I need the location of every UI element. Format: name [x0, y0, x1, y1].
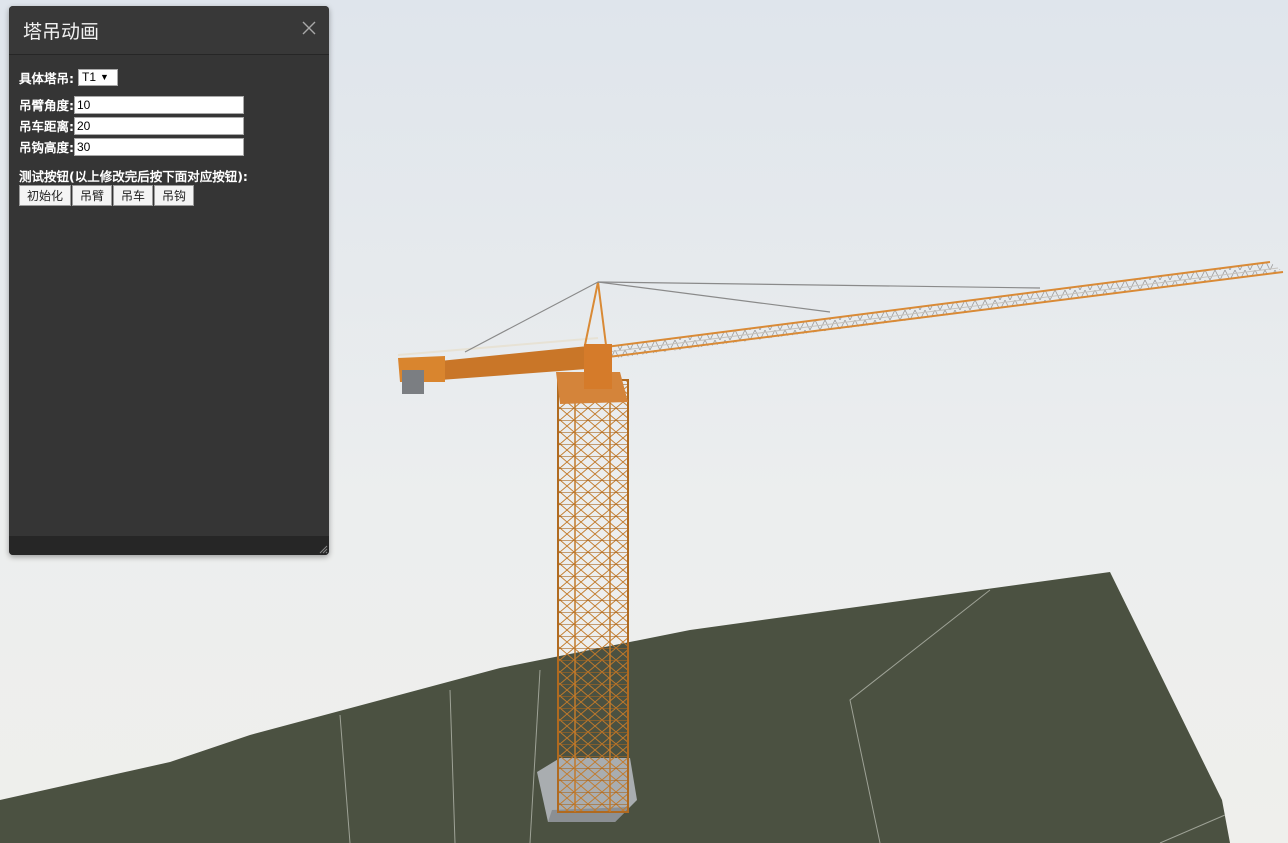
crane-select-value: T1 — [82, 70, 97, 84]
crane-mast — [556, 372, 629, 813]
test-buttons: 初始化 吊臂 吊车 吊钩 — [19, 185, 319, 206]
jib-angle-label: 吊臂角度: — [19, 98, 74, 113]
trolley-distance-row: 吊车距离: — [19, 115, 319, 136]
initialize-button[interactable]: 初始化 — [19, 185, 72, 206]
test-buttons-label: 测试按钮(以上修改完后按下面对应按钮): — [19, 169, 248, 184]
panel-header[interactable]: 塔吊动画 — [9, 6, 329, 55]
resize-grip-icon[interactable] — [318, 544, 328, 554]
close-icon[interactable] — [301, 20, 317, 36]
trolley-distance-label: 吊车距离: — [19, 119, 74, 134]
jib-angle-input[interactable] — [74, 95, 244, 114]
hook-button[interactable]: 吊钩 — [154, 185, 195, 206]
crane-select-label: 具体塔吊: — [19, 70, 74, 86]
trolley-distance-input[interactable] — [74, 116, 244, 135]
jib-button[interactable]: 吊臂 — [72, 185, 113, 206]
hook-height-row: 吊钩高度: — [19, 136, 319, 157]
chevron-down-icon: ▼ — [100, 72, 109, 82]
panel-footer — [9, 536, 329, 555]
panel-title: 塔吊动画 — [23, 21, 100, 43]
panel-body: 具体塔吊: T1 ▼ 吊臂角度: 吊车距离: 吊钩高度: 测试按钮(以上修改完后… — [19, 64, 319, 206]
crane-select-row: 具体塔吊: T1 ▼ — [19, 64, 319, 90]
jib-angle-row: 吊臂角度: — [19, 94, 319, 115]
hook-height-input[interactable] — [74, 137, 244, 156]
crane-select[interactable]: T1 ▼ — [78, 68, 118, 86]
crane-animation-panel[interactable]: 塔吊动画 具体塔吊: T1 ▼ 吊臂角度: 吊车距离: 吊钩高度: 测试按钮(以… — [9, 6, 329, 555]
hook-height-label: 吊钩高度: — [19, 140, 74, 155]
trolley-button[interactable]: 吊车 — [113, 185, 154, 206]
